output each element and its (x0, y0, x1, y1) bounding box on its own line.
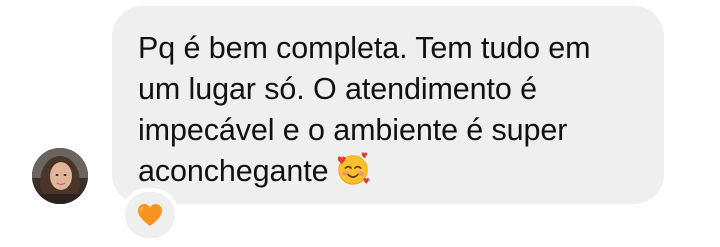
message-line-4: aconchegante (138, 154, 329, 188)
smiling-face-with-hearts-icon (338, 152, 370, 185)
sender-avatar[interactable] (32, 148, 88, 204)
orange-heart-icon (138, 204, 162, 226)
message-text: Pq é bem completa. Tem tudo em um lugar s… (138, 28, 640, 192)
message-line-3: impecável e o ambiente é super (138, 113, 568, 147)
received-message-row: Pq é bem completa. Tem tudo em um lugar s… (0, 0, 720, 247)
message-bubble[interactable]: Pq é bem completa. Tem tudo em um lugar s… (112, 6, 664, 204)
avatar-photo-icon (32, 148, 88, 204)
message-line-2: um lugar só. O atendimento é (138, 72, 538, 106)
reaction-badge[interactable] (121, 188, 179, 242)
message-line-1: Pq é bem completa. Tem tudo em (138, 31, 591, 65)
